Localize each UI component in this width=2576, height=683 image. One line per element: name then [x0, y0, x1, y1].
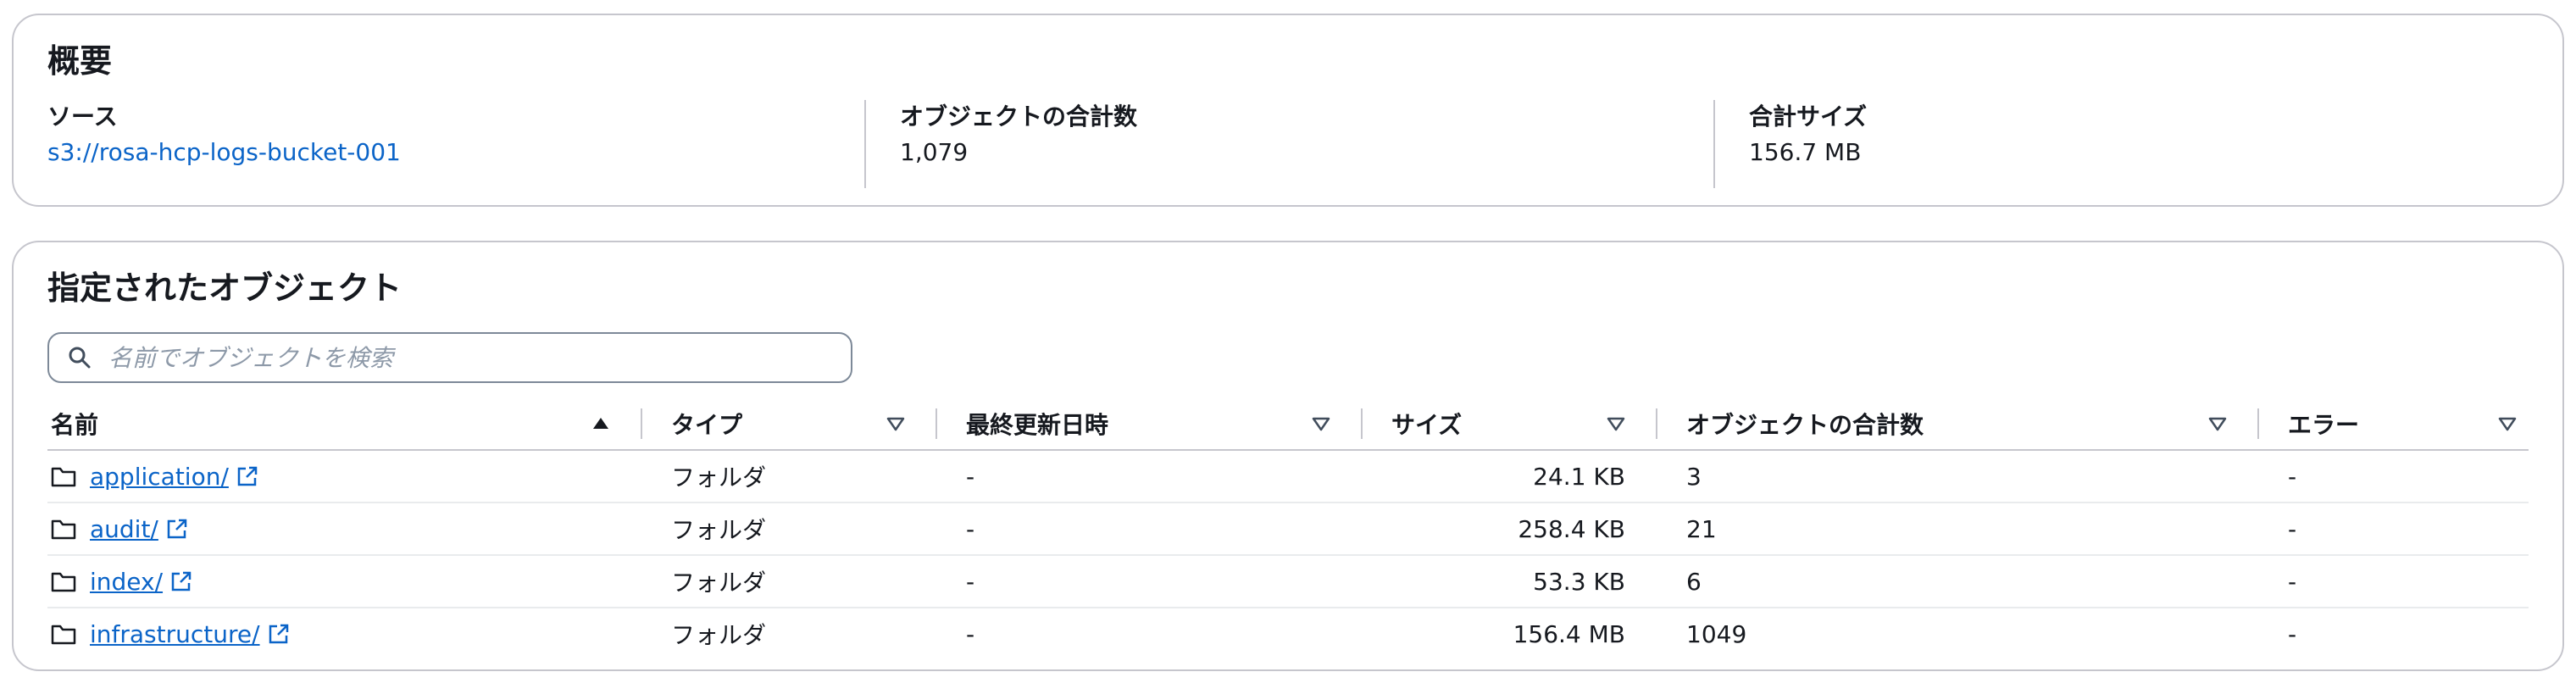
total-objects-section: オブジェクトの合計数 1,079 [864, 100, 1137, 188]
external-link-icon[interactable] [267, 622, 291, 646]
search-input[interactable] [107, 342, 805, 373]
source-section: ソース s3://rosa-hcp-logs-bucket-001 [47, 100, 401, 188]
sort-icon[interactable] [886, 416, 905, 431]
object-count-cell: 1049 [1686, 619, 1747, 648]
column-divider[interactable] [935, 408, 937, 439]
search-icon [69, 347, 91, 369]
folder-link[interactable]: audit/ [90, 515, 158, 543]
error-cell: - [2257, 450, 2529, 503]
total-size-label: 合計サイズ [1749, 103, 1868, 130]
folder-icon [51, 519, 76, 540]
size-cell: 258.4 KB [1361, 503, 1656, 556]
objects-table: 名前 タイプ 最終更新日時 サイズ オブジェクトの合計数 エラー applica… [47, 398, 2529, 659]
name-cell: application/ [47, 450, 641, 503]
folder-link[interactable]: infrastructure/ [90, 620, 260, 648]
folder-icon [51, 572, 76, 592]
sort-ascending-icon[interactable] [591, 416, 610, 431]
name-cell: infrastructure/ [47, 608, 641, 659]
folder-icon [51, 625, 76, 645]
table-row: index/ フォルダ - 53.3 KB 6 - [47, 555, 2529, 608]
folder-icon [51, 467, 76, 487]
specified-objects-panel: 指定されたオブジェクト 名前でオブジェクトを検索 名前 タイプ 最終更新日時 サ… [12, 241, 2564, 671]
column-divider[interactable] [2257, 408, 2259, 439]
table-header-row: 名前 タイプ 最終更新日時 サイズ オブジェクトの合計数 エラー [47, 398, 2529, 451]
column-header-name[interactable]: 名前 [47, 398, 641, 451]
last-modified-cell: - [935, 503, 1361, 556]
size-cell: 24.1 KB [1361, 450, 1656, 503]
type-cell: フォルダ [641, 450, 935, 503]
sort-icon[interactable] [1607, 416, 1625, 431]
column-divider[interactable] [1656, 408, 1657, 439]
total-size-value: 156.7 MB [1749, 138, 1862, 166]
external-link-icon[interactable] [169, 569, 193, 593]
folder-link[interactable]: application/ [90, 463, 229, 491]
object-count-cell: 6 [1656, 555, 2257, 608]
size-cell: 156.4 MB [1513, 619, 1625, 648]
source-link[interactable]: s3://rosa-hcp-logs-bucket-001 [47, 136, 401, 169]
type-cell: フォルダ [671, 621, 767, 649]
name-cell: index/ [47, 555, 641, 608]
table-row: audit/ フォルダ - 258.4 KB 21 - [47, 503, 2529, 556]
error-cell: - [2257, 503, 2529, 556]
sort-icon[interactable] [2208, 416, 2227, 431]
type-cell: フォルダ [641, 555, 935, 608]
name-cell: audit/ [47, 503, 641, 556]
total-size-section: 合計サイズ 156.7 MB [1713, 100, 1867, 188]
last-modified-cell: - [935, 450, 1361, 503]
last-modified-cell: - [935, 555, 1361, 608]
search-box [47, 332, 852, 383]
summary-panel: 概要 ソース s3://rosa-hcp-logs-bucket-001 オブジ… [12, 14, 2564, 207]
column-header-type[interactable]: タイプ [641, 398, 935, 451]
sort-icon[interactable] [1312, 416, 1330, 431]
folder-link[interactable]: index/ [90, 568, 163, 596]
object-count-cell: 21 [1656, 503, 2257, 556]
size-cell: 53.3 KB [1361, 555, 1656, 608]
objects-title: 指定されたオブジェクト [47, 269, 402, 307]
table-row: infrastructure/ フォルダ - 156.4 MB 1049 - [47, 608, 2529, 659]
total-objects-value: 1,079 [900, 138, 969, 166]
column-divider[interactable] [641, 408, 642, 439]
external-link-icon[interactable] [165, 517, 189, 541]
column-header-size[interactable]: サイズ [1361, 398, 1656, 451]
source-label: ソース [47, 103, 118, 130]
column-header-error[interactable]: エラー [2257, 398, 2529, 451]
column-divider[interactable] [1361, 408, 1363, 439]
object-count-cell: 3 [1656, 450, 2257, 503]
column-header-object-count[interactable]: オブジェクトの合計数 [1656, 398, 2257, 451]
last-modified-cell: - [966, 619, 975, 648]
sort-icon[interactable] [2498, 416, 2517, 431]
table-row: application/ フォルダ - 24.1 KB 3 - [47, 450, 2529, 503]
summary-title: 概要 [47, 42, 113, 80]
column-header-last-modified[interactable]: 最終更新日時 [935, 398, 1361, 451]
total-objects-label: オブジェクトの合計数 [900, 103, 1138, 130]
external-link-icon[interactable] [236, 464, 259, 488]
type-cell: フォルダ [641, 503, 935, 556]
error-cell: - [2257, 555, 2529, 608]
error-cell: - [2288, 619, 2297, 648]
